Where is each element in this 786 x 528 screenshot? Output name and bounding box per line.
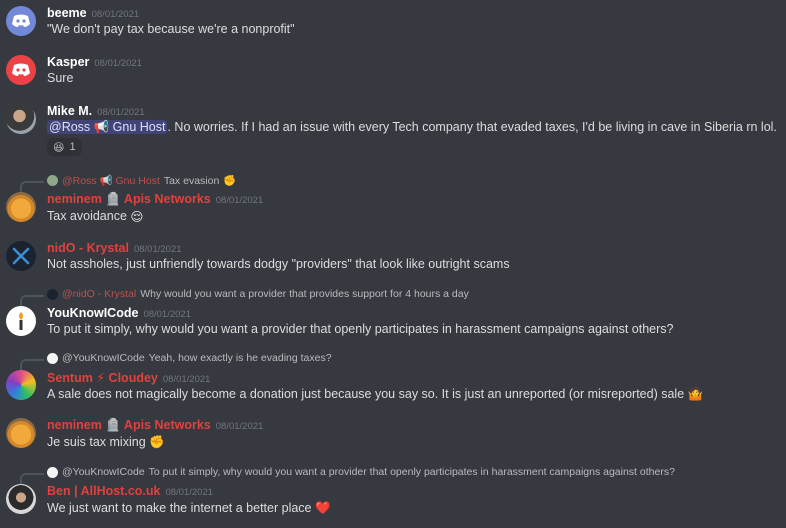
message-body: A sale does not magically become a donat… bbox=[47, 387, 685, 401]
reaction-button[interactable]: 😆 1 bbox=[47, 138, 82, 156]
message-text: @Ross 📢 Gnu Host. No worries. If I had a… bbox=[47, 120, 777, 135]
laughing-emoji-icon: 😆 bbox=[53, 141, 65, 154]
reply-avatar bbox=[47, 352, 58, 364]
message-text: To put it simply, why would you want a p… bbox=[47, 322, 674, 336]
reply-preview[interactable]: @nidO - Krystal Why would you want a pro… bbox=[47, 288, 469, 300]
reply-text: To put it simply, why would you want a p… bbox=[148, 466, 675, 478]
author-name[interactable]: Kasper bbox=[47, 55, 89, 69]
author-name[interactable]: Sentum ⚡ Cloudey bbox=[47, 371, 158, 385]
author-name[interactable]: neminem 🪦 Apis Networks bbox=[47, 418, 211, 432]
discord-logo-icon bbox=[12, 14, 30, 27]
reply-author[interactable]: @YouKnowICode bbox=[62, 466, 145, 478]
krystal-logo-icon bbox=[12, 247, 30, 265]
message-text: A sale does not magically become a donat… bbox=[47, 387, 703, 402]
reply-connector bbox=[20, 359, 44, 371]
avatar[interactable] bbox=[6, 370, 36, 400]
reply-avatar bbox=[47, 288, 58, 300]
timestamp: 08/01/2021 bbox=[143, 309, 191, 320]
timestamp: 08/01/2021 bbox=[91, 9, 140, 20]
reply-author[interactable]: @YouKnowICode bbox=[62, 352, 145, 364]
timestamp: 08/01/2021 bbox=[162, 374, 211, 385]
author-name[interactable]: nidO - Krystal bbox=[47, 241, 129, 255]
timestamp: 08/01/2021 bbox=[133, 244, 182, 255]
message-text: We just want to make the internet a bett… bbox=[47, 501, 331, 516]
message-body: Je suis tax mixing bbox=[47, 435, 146, 449]
timestamp: 08/01/2021 bbox=[215, 421, 264, 432]
avatar[interactable] bbox=[6, 6, 36, 36]
message-text: Not assholes, just unfriendly towards do… bbox=[47, 257, 510, 271]
avatar[interactable] bbox=[6, 241, 36, 271]
avatar[interactable] bbox=[6, 104, 36, 134]
avatar[interactable] bbox=[6, 55, 36, 85]
avatar[interactable] bbox=[6, 192, 36, 222]
fist-emoji-icon: ✊ bbox=[223, 175, 237, 187]
reply-avatar bbox=[47, 175, 58, 186]
reply-author[interactable]: @nidO - Krystal bbox=[62, 288, 136, 300]
reply-preview[interactable]: @YouKnowICode To put it simply, why woul… bbox=[47, 466, 675, 478]
reply-author[interactable]: @Ross 📢 Gnu Host bbox=[62, 174, 160, 187]
message-body: Tax avoidance bbox=[47, 209, 127, 223]
shrug-emoji-icon: 🤷 bbox=[687, 387, 704, 402]
reply-avatar bbox=[47, 466, 58, 478]
timestamp: 08/01/2021 bbox=[97, 107, 145, 118]
author-name[interactable]: Ben | AllHost.co.uk bbox=[47, 484, 160, 498]
author-name[interactable]: YouKnowICode bbox=[47, 306, 138, 320]
author-name[interactable]: Mike M. bbox=[47, 104, 92, 118]
avatar[interactable] bbox=[6, 418, 36, 448]
timestamp: 08/01/2021 bbox=[215, 195, 264, 206]
avatar[interactable] bbox=[6, 306, 36, 336]
author-name[interactable]: neminem 🪦 Apis Networks bbox=[47, 192, 211, 206]
reply-connector bbox=[20, 181, 44, 193]
message-body: We just want to make the internet a bett… bbox=[47, 501, 312, 515]
discord-logo-icon bbox=[12, 63, 30, 76]
timestamp: 08/01/2021 bbox=[94, 58, 142, 69]
reaction-count: 1 bbox=[69, 141, 76, 153]
timestamp: 08/01/2021 bbox=[165, 487, 214, 498]
reply-connector bbox=[20, 295, 44, 307]
reply-text: Why would you want a provider that provi… bbox=[140, 288, 469, 300]
message-text: "We don't pay tax because we're a nonpro… bbox=[47, 22, 295, 36]
reply-text: Tax evasion bbox=[163, 174, 220, 187]
relieved-face-emoji-icon: 😌 bbox=[130, 210, 144, 225]
message-body: . No worries. If I had an issue with eve… bbox=[167, 120, 777, 134]
reply-text: Yeah, how exactly is he evading taxes? bbox=[148, 352, 332, 364]
reply-connector bbox=[20, 473, 44, 485]
user-mention[interactable]: @Ross 📢 Gnu Host bbox=[47, 120, 168, 134]
message-text: Tax avoidance 😌 bbox=[47, 209, 143, 224]
fist-emoji-icon: ✊ bbox=[149, 435, 165, 450]
message-text: Je suis tax mixing ✊ bbox=[47, 435, 165, 450]
red-heart-emoji-icon: ❤️ bbox=[314, 501, 331, 516]
author-name[interactable]: beeme bbox=[47, 6, 87, 20]
avatar[interactable] bbox=[6, 484, 36, 514]
message-text: Sure bbox=[47, 71, 74, 85]
reply-preview[interactable]: @Ross 📢 Gnu Host Tax evasion ✊ bbox=[47, 174, 236, 187]
torch-icon bbox=[19, 312, 23, 330]
reply-preview[interactable]: @YouKnowICode Yeah, how exactly is he ev… bbox=[47, 352, 332, 364]
